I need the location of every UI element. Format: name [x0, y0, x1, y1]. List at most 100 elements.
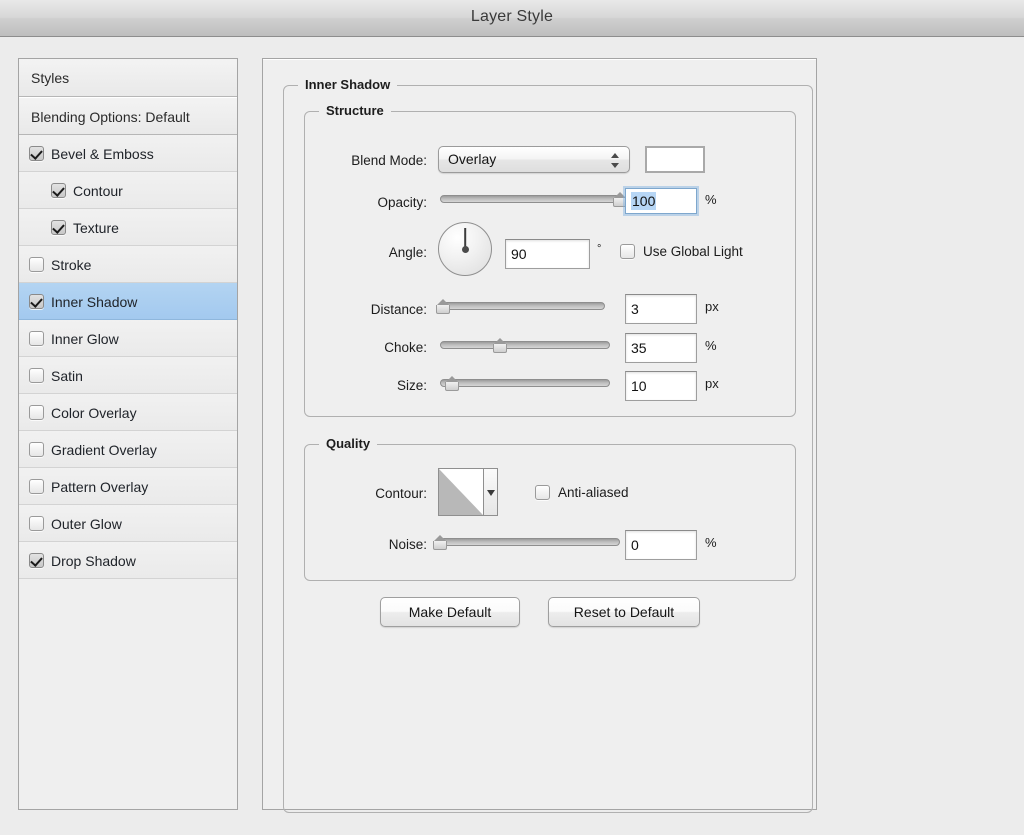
- inner-shadow-group-title: Inner Shadow: [298, 77, 397, 92]
- reset-to-default-button[interactable]: Reset to Default: [548, 597, 700, 627]
- title-bar[interactable]: Layer Style: [0, 0, 1024, 37]
- style-label: Drop Shadow: [51, 553, 136, 569]
- style-row-pattern-overlay[interactable]: Pattern Overlay: [19, 468, 237, 505]
- opacity-input[interactable]: 100: [625, 188, 697, 214]
- choke-value: 35: [631, 340, 647, 356]
- blending-options-row[interactable]: Blending Options: Default: [19, 97, 237, 135]
- style-label: Color Overlay: [51, 405, 137, 421]
- angle-dial[interactable]: [438, 222, 492, 276]
- checkbox-outer-glow[interactable]: [29, 516, 44, 531]
- noise-slider-thumb[interactable]: [431, 535, 449, 551]
- blend-mode-color-swatch[interactable]: [645, 146, 705, 173]
- blend-mode-value: Overlay: [448, 151, 496, 167]
- noise-value: 0: [631, 537, 639, 553]
- checkbox-contour[interactable]: [51, 183, 66, 198]
- opacity-value: 100: [631, 192, 656, 210]
- angle-label: Angle:: [305, 245, 427, 260]
- inner-shadow-group: Inner Shadow Structure Blend Mode: Overl…: [283, 85, 813, 813]
- style-row-bevel-emboss[interactable]: Bevel & Emboss: [19, 135, 237, 172]
- blend-mode-select[interactable]: Overlay: [438, 146, 630, 173]
- style-row-color-overlay[interactable]: Color Overlay: [19, 394, 237, 431]
- quality-group: Quality Contour: Anti-aliased Noise:: [304, 444, 796, 581]
- angle-input[interactable]: 90: [505, 239, 590, 269]
- window-title: Layer Style: [0, 8, 1024, 26]
- checkbox-inner-shadow[interactable]: [29, 294, 44, 309]
- style-label: Inner Glow: [51, 331, 119, 347]
- style-row-gradient-overlay[interactable]: Gradient Overlay: [19, 431, 237, 468]
- style-label: Texture: [73, 220, 119, 236]
- size-slider-track: [440, 379, 610, 387]
- style-label: Satin: [51, 368, 83, 384]
- style-row-contour[interactable]: Contour: [19, 172, 237, 209]
- style-row-inner-glow[interactable]: Inner Glow: [19, 320, 237, 357]
- opacity-unit: %: [705, 192, 717, 207]
- opacity-label: Opacity:: [305, 195, 427, 210]
- blend-mode-label: Blend Mode:: [305, 153, 427, 168]
- checkbox-texture[interactable]: [51, 220, 66, 235]
- size-label: Size:: [305, 378, 427, 393]
- distance-slider-thumb[interactable]: [434, 299, 452, 315]
- styles-panel: Styles Blending Options: Default Bevel &…: [18, 58, 238, 810]
- checkbox-drop-shadow[interactable]: [29, 553, 44, 568]
- checkbox-use-global-light[interactable]: [620, 244, 635, 259]
- distance-input[interactable]: 3: [625, 294, 697, 324]
- layer-style-dialog: Layer Style Styles Blending Options: Def…: [0, 0, 1024, 835]
- anti-aliased-label: Anti-aliased: [558, 485, 629, 500]
- noise-label: Noise:: [305, 537, 427, 552]
- choke-label: Choke:: [305, 340, 427, 355]
- noise-unit: %: [705, 535, 717, 550]
- checkbox-pattern-overlay[interactable]: [29, 479, 44, 494]
- checkbox-inner-glow[interactable]: [29, 331, 44, 346]
- distance-slider[interactable]: [440, 298, 605, 316]
- noise-input[interactable]: 0: [625, 530, 697, 560]
- use-global-light-label: Use Global Light: [643, 244, 743, 259]
- size-slider-thumb[interactable]: [443, 376, 461, 392]
- style-label: Stroke: [51, 257, 91, 273]
- size-slider[interactable]: [440, 375, 610, 393]
- quality-group-title: Quality: [319, 436, 377, 451]
- style-label: Bevel & Emboss: [51, 146, 154, 162]
- choke-input[interactable]: 35: [625, 333, 697, 363]
- distance-value: 3: [631, 301, 639, 317]
- contour-picker[interactable]: [438, 468, 498, 516]
- distance-slider-track: [440, 302, 605, 310]
- checkbox-anti-aliased[interactable]: [535, 485, 550, 500]
- structure-group-title: Structure: [319, 103, 391, 118]
- distance-unit: px: [705, 299, 719, 314]
- style-row-inner-shadow[interactable]: Inner Shadow: [19, 283, 237, 320]
- chevron-down-icon[interactable]: [484, 469, 497, 515]
- noise-slider[interactable]: [440, 534, 620, 552]
- style-row-outer-glow[interactable]: Outer Glow: [19, 505, 237, 542]
- size-value: 10: [631, 378, 647, 394]
- style-label: Pattern Overlay: [51, 479, 148, 495]
- checkbox-satin[interactable]: [29, 368, 44, 383]
- choke-slider-track: [440, 341, 610, 349]
- checkbox-color-overlay[interactable]: [29, 405, 44, 420]
- style-label: Inner Shadow: [51, 294, 137, 310]
- checkbox-gradient-overlay[interactable]: [29, 442, 44, 457]
- chevron-updown-icon: [611, 152, 620, 169]
- dialog-body: Styles Blending Options: Default Bevel &…: [0, 38, 1024, 835]
- distance-label: Distance:: [305, 302, 427, 317]
- make-default-button[interactable]: Make Default: [380, 597, 520, 627]
- style-row-satin[interactable]: Satin: [19, 357, 237, 394]
- opacity-slider[interactable]: [440, 191, 620, 209]
- angle-unit: °: [597, 243, 601, 255]
- contour-label: Contour:: [305, 486, 427, 501]
- checkbox-stroke[interactable]: [29, 257, 44, 272]
- size-input[interactable]: 10: [625, 371, 697, 401]
- settings-panel: Inner Shadow Structure Blend Mode: Overl…: [262, 58, 817, 810]
- choke-slider[interactable]: [440, 337, 610, 355]
- style-row-drop-shadow[interactable]: Drop Shadow: [19, 542, 237, 579]
- style-row-stroke[interactable]: Stroke: [19, 246, 237, 283]
- style-label: Outer Glow: [51, 516, 122, 532]
- contour-curve-thumbnail: [439, 469, 484, 515]
- anti-aliased-row[interactable]: Anti-aliased: [535, 485, 629, 500]
- style-row-texture[interactable]: Texture: [19, 209, 237, 246]
- choke-slider-thumb[interactable]: [491, 338, 509, 354]
- use-global-light-row[interactable]: Use Global Light: [620, 244, 743, 259]
- checkbox-bevel-emboss[interactable]: [29, 146, 44, 161]
- size-unit: px: [705, 376, 719, 391]
- angle-dial-hub: [462, 246, 469, 253]
- styles-panel-header: Styles: [19, 59, 237, 97]
